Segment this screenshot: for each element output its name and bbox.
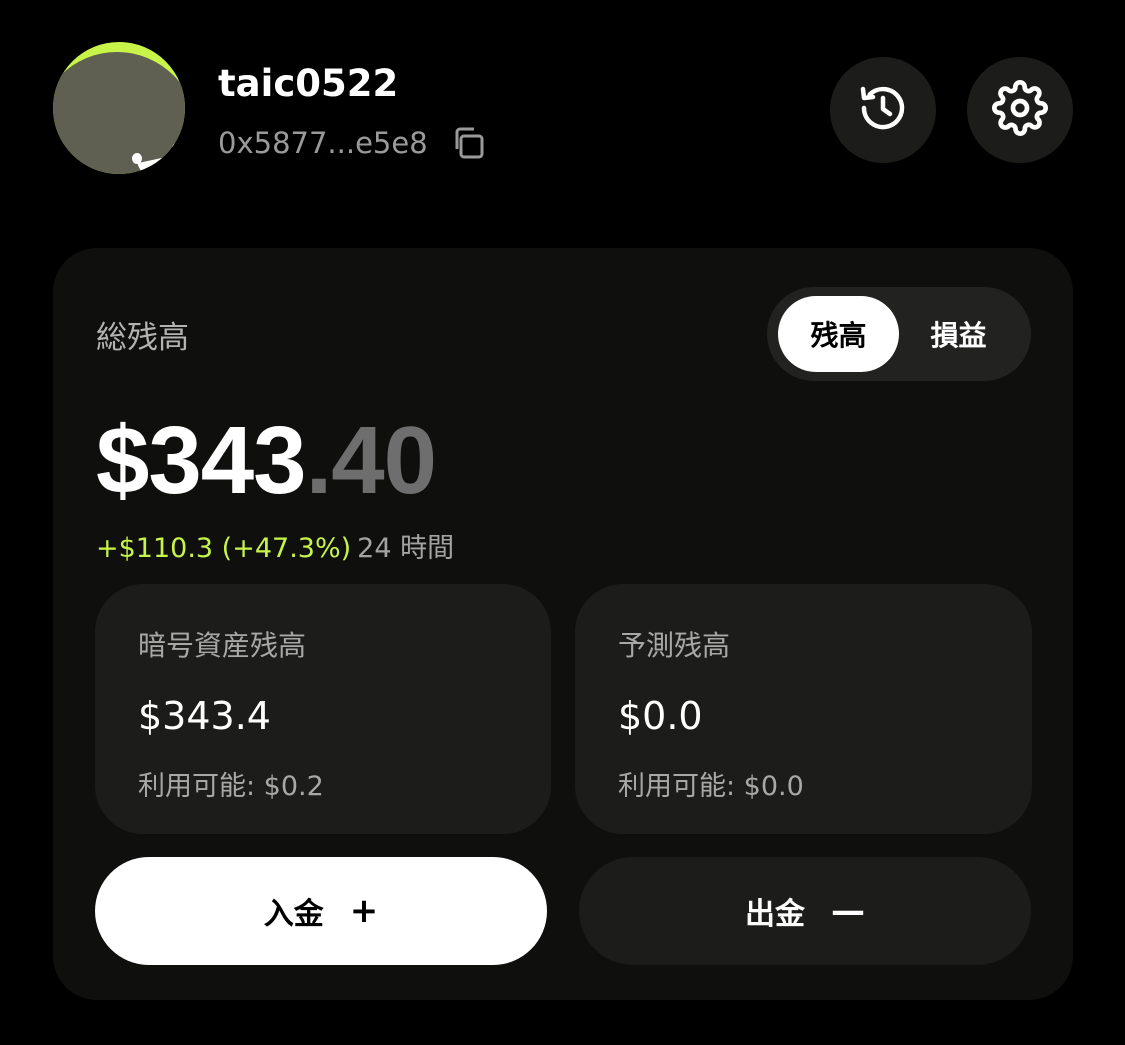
total-balance-label: 総残高 — [96, 320, 189, 356]
avatar-face — [53, 52, 185, 174]
crypto-balance-value: $343.4 — [138, 694, 271, 738]
gear-icon — [992, 80, 1048, 140]
history-icon — [856, 81, 910, 139]
total-balance-value: $343.40 — [96, 406, 437, 516]
avatar[interactable] — [53, 42, 185, 174]
balance-whole: $343 — [96, 407, 307, 514]
balance-pnl-toggle: 残高 損益 — [767, 287, 1031, 381]
username: taic0522 — [218, 62, 399, 105]
crypto-balance-title: 暗号資産残高 — [138, 629, 307, 662]
crypto-available: 利用可能: $0.2 — [138, 771, 324, 802]
prediction-available: 利用可能: $0.0 — [618, 771, 804, 802]
settings-button[interactable] — [967, 57, 1073, 163]
balance-change: +$110.3 (+47.3%) 24 時間 — [96, 526, 454, 565]
minus-icon: — — [831, 891, 865, 931]
balance-cents: .40 — [305, 407, 437, 514]
avatar-eye-right — [172, 143, 182, 154]
wallet-address: 0x5877...e5e8 — [218, 126, 428, 160]
deposit-label: 入金 — [263, 897, 324, 932]
toggle-pnl[interactable]: 損益 — [898, 296, 1019, 372]
toggle-balance[interactable]: 残高 — [778, 296, 899, 372]
prediction-balance-value: $0.0 — [618, 694, 703, 738]
wallet-page: taic0522 0x5877...e5e8 総残高 残高 損益 $343.40… — [0, 0, 1125, 1045]
withdraw-label: 出金 — [745, 897, 805, 932]
change-period: 24 時間 — [357, 533, 455, 564]
deposit-button[interactable]: 入金 + — [95, 857, 547, 965]
crypto-balance-card[interactable]: 暗号資産残高 $343.4 利用可能: $0.2 — [95, 584, 551, 834]
history-button[interactable] — [830, 57, 936, 163]
withdraw-button[interactable]: 出金 — — [579, 857, 1031, 965]
prediction-balance-card[interactable]: 予測残高 $0.0 利用可能: $0.0 — [575, 584, 1032, 834]
copy-icon[interactable] — [451, 125, 487, 161]
prediction-balance-title: 予測残高 — [618, 629, 731, 662]
plus-icon: + — [349, 891, 379, 931]
change-delta: +$110.3 (+47.3%) — [96, 533, 352, 564]
